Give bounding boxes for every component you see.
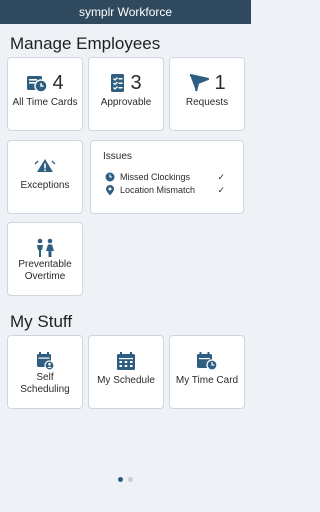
approvable-label: Approvable <box>100 97 152 108</box>
exceptions-tile[interactable]: Exceptions <box>7 140 83 214</box>
location-pin-icon <box>105 184 115 195</box>
checklist-icon <box>111 74 125 92</box>
manage-employees-heading: Manage Employees <box>10 34 161 53</box>
all-time-cards-label: All Time Cards <box>12 97 78 108</box>
issue-label: Missed Clockings <box>120 172 191 182</box>
all-time-cards-tile[interactable]: 4 All Time Cards <box>7 57 83 131</box>
approvable-count: 3 <box>130 72 142 94</box>
my-schedule-label: My Schedule <box>97 375 155 386</box>
requests-count: 1 <box>214 72 226 94</box>
app-title: symplr Workforce <box>78 5 173 19</box>
requests-tile[interactable]: 1 Requests <box>169 57 245 131</box>
time-card-clock-icon <box>27 76 49 93</box>
clock-icon <box>105 172 115 182</box>
self-scheduling-icon <box>37 352 55 371</box>
self-scheduling-label-line2: Scheduling <box>20 384 70 395</box>
all-time-cards-count: 4 <box>52 72 64 94</box>
my-stuff-heading: My Stuff <box>10 312 73 331</box>
issue-location-mismatch[interactable]: Location Mismatch ✓ <box>105 184 235 196</box>
preventable-overtime-label-line2: Overtime <box>24 271 66 282</box>
issue-missed-clockings[interactable]: Missed Clockings ✓ <box>105 171 235 183</box>
checkmark-icon: ✓ <box>217 171 225 182</box>
page-indicator[interactable] <box>0 477 251 482</box>
approvable-tile[interactable]: 3 Approvable <box>88 57 164 131</box>
calendar-clock-icon <box>197 352 218 371</box>
issues-title: Issues <box>103 151 132 162</box>
checkmark-icon: ✓ <box>217 184 225 195</box>
exceptions-label: Exceptions <box>20 180 70 191</box>
page-dot-1[interactable] <box>118 477 123 482</box>
app-title-bar: symplr Workforce <box>0 0 251 24</box>
preventable-overtime-label-line1: Preventable <box>18 259 72 270</box>
calendar-icon <box>117 352 135 370</box>
my-time-card-label: My Time Card <box>175 375 239 386</box>
people-icon <box>37 238 54 257</box>
my-time-card-tile[interactable]: My Time Card <box>169 335 245 409</box>
self-scheduling-label-line1: Self <box>36 372 54 383</box>
page-dot-2[interactable] <box>128 477 133 482</box>
requests-label: Requests <box>185 97 229 108</box>
preventable-overtime-tile[interactable]: Preventable Overtime <box>7 222 83 296</box>
issues-card[interactable]: Issues Missed Clockings ✓ Location Misma… <box>90 140 244 214</box>
exception-alert-icon <box>34 159 56 172</box>
self-scheduling-tile[interactable]: Self Scheduling <box>7 335 83 409</box>
flag-icon <box>190 73 210 92</box>
my-schedule-tile[interactable]: My Schedule <box>88 335 164 409</box>
issue-label: Location Mismatch <box>120 185 196 195</box>
